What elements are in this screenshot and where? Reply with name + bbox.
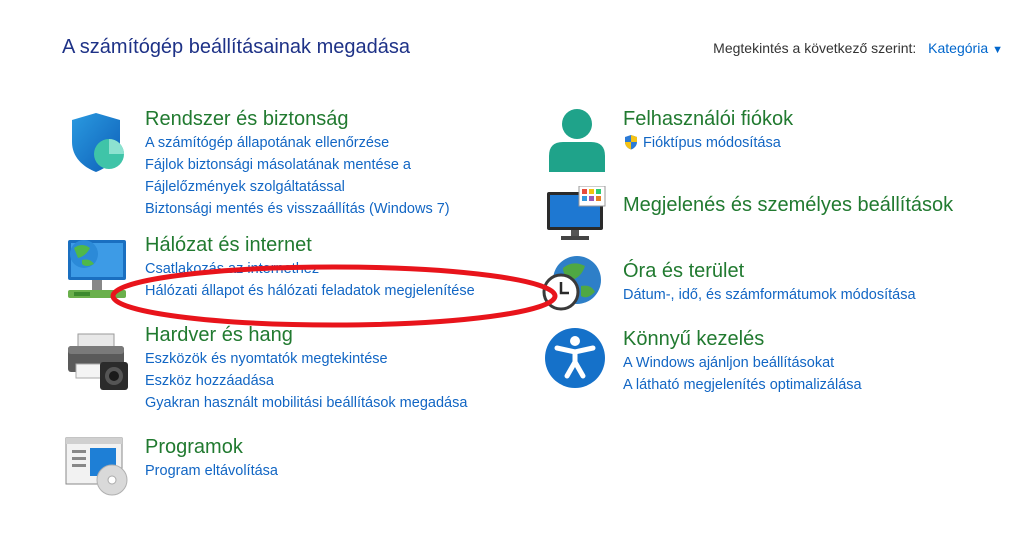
- view-by-value: Kategória: [928, 40, 989, 56]
- link-change-account-type-label: Fióktípus módosítása: [643, 135, 781, 151]
- view-by-dropdown[interactable]: Kategória ▼: [928, 40, 1003, 56]
- link-change-account-type[interactable]: Fióktípus módosítása: [623, 132, 793, 154]
- link-backup-restore[interactable]: Biztonsági mentés és visszaállítás (Wind…: [145, 198, 450, 220]
- link-date-time-format[interactable]: Dátum-, idő, és számformátumok módosítás…: [623, 284, 916, 306]
- link-recommend-settings[interactable]: A Windows ajánljon beállításokat: [623, 352, 862, 374]
- page-title: A számítógép beállításainak megadása: [62, 36, 410, 58]
- shield-icon: [72, 113, 124, 172]
- link-mobility-settings[interactable]: Gyakran használt mobilitási beállítások …: [145, 392, 467, 414]
- link-check-status[interactable]: A számítógép állapotának ellenőrzése: [145, 132, 450, 154]
- category-title-ease-of-access[interactable]: Könnyű kezelés: [623, 326, 862, 352]
- link-uninstall-program[interactable]: Program eltávolítása: [145, 460, 278, 482]
- link-network-status[interactable]: Hálózati állapot és hálózati feladatok m…: [145, 280, 475, 302]
- link-backup-files[interactable]: Fájlok biztonsági másolatának mentése a: [145, 154, 450, 176]
- clock-globe-icon: [542, 256, 601, 311]
- uac-shield-icon: [625, 135, 637, 150]
- category-title-network-internet[interactable]: Hálózat és internet: [145, 232, 475, 258]
- category-title-clock-region[interactable]: Óra és terület: [623, 258, 916, 284]
- link-optimize-display[interactable]: A látható megjelenítés optimalizálása: [623, 374, 862, 396]
- printer-icon: [68, 333, 128, 390]
- programs-icon: [65, 437, 128, 496]
- accessibility-icon: [545, 328, 605, 388]
- link-connect-internet[interactable]: Csatlakozás az internethez: [145, 258, 475, 280]
- category-title-hardware-sound[interactable]: Hardver és hang: [145, 322, 467, 348]
- view-by: Megtekintés a következő szerint: Kategór…: [713, 40, 1003, 56]
- view-by-label: Megtekintés a következő szerint:: [713, 40, 917, 56]
- user-icon: [549, 109, 605, 172]
- monitor-icon: [547, 186, 606, 240]
- category-title-system-security[interactable]: Rendszer és biztonság: [145, 106, 450, 132]
- chevron-down-icon: ▼: [992, 44, 1003, 56]
- category-title-programs[interactable]: Programok: [145, 434, 278, 460]
- link-add-device[interactable]: Eszköz hozzáadása: [145, 370, 467, 392]
- category-title-appearance[interactable]: Megjelenés és személyes beállítások: [623, 192, 953, 218]
- link-devices-printers[interactable]: Eszközök és nyomtatók megtekintése: [145, 348, 467, 370]
- category-title-user-accounts[interactable]: Felhasználói fiókok: [623, 106, 793, 132]
- network-icon: [68, 240, 126, 298]
- link-file-history[interactable]: Fájlelőzmények szolgáltatással: [145, 176, 450, 198]
